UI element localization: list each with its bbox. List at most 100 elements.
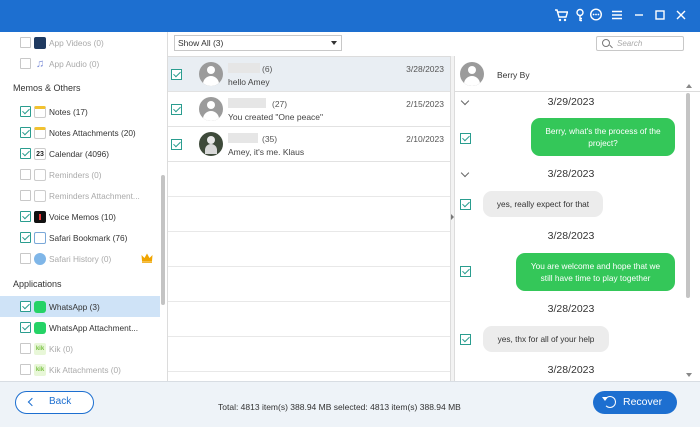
sidebar-item-label: App Videos (0) — [49, 37, 104, 48]
message-checkbox[interactable] — [460, 133, 471, 144]
checkbox[interactable] — [20, 127, 31, 138]
sidebar-item-label: Safari History (0) — [49, 253, 112, 264]
empty-row — [168, 232, 450, 267]
chat-pane: Berry By 3/29/2023 Berry, what's the pro… — [455, 56, 700, 381]
checkbox[interactable] — [171, 69, 182, 80]
sidebar-item-label: Kik Attachments (0) — [49, 364, 121, 375]
reminders-icon — [34, 168, 46, 181]
checkbox[interactable] — [20, 106, 31, 117]
conversation-row[interactable]: (35) 2/10/2023 Amey, it's me. Klaus — [168, 127, 450, 162]
maximize-icon[interactable] — [652, 8, 668, 24]
checkbox[interactable] — [20, 190, 31, 201]
date-separator: 3/28/2023 — [455, 364, 687, 378]
close-icon[interactable] — [673, 8, 689, 24]
scroll-up-icon[interactable] — [686, 84, 692, 88]
avatar — [199, 62, 223, 86]
checkbox[interactable] — [20, 253, 31, 264]
collapse-arrow-icon[interactable] — [451, 214, 454, 220]
conversation-row[interactable]: (6) 3/28/2023 hello Amey — [168, 57, 450, 92]
message-checkbox[interactable] — [460, 266, 471, 277]
checkbox[interactable] — [20, 343, 31, 354]
key-icon[interactable] — [572, 8, 588, 24]
title-bar — [0, 0, 700, 32]
date-separator: 3/29/2023 — [455, 96, 687, 110]
sidebar-item-kik-attachments[interactable]: kik Kik Attachments (0) — [0, 359, 160, 380]
sidebar-item-calendar[interactable]: 23 Calendar (4096) — [0, 143, 160, 164]
cart-icon[interactable] — [553, 8, 569, 24]
chevron-down-icon — [331, 41, 337, 45]
sidebar-item-voice-memos[interactable]: Voice Memos (10) — [0, 206, 160, 227]
sidebar-item-label: Notes (17) — [49, 106, 88, 117]
selection-status: Total: 4813 item(s) 388.94 MB selected: … — [218, 402, 461, 412]
sidebar-item-notes-attachments[interactable]: Notes Attachments (20) — [0, 122, 160, 143]
sidebar-item-label: Safari Bookmark (76) — [49, 232, 128, 243]
message-preview: hello Amey — [228, 77, 270, 87]
checkbox[interactable] — [171, 104, 182, 115]
checkbox[interactable] — [20, 301, 31, 312]
conversation-row[interactable]: (27) 2/15/2023 You created "One peace" — [168, 92, 450, 127]
recover-button[interactable]: Recover — [593, 391, 677, 414]
sidebar-item-whatsapp-attachment[interactable]: WhatsApp Attachment... — [0, 317, 160, 338]
notes-icon — [34, 105, 46, 118]
checkbox[interactable] — [20, 148, 31, 159]
sidebar-item-app-audio[interactable]: ♫ App Audio (0) — [0, 53, 160, 74]
contact-name-redacted — [228, 63, 260, 73]
checkbox[interactable] — [20, 364, 31, 375]
message-checkbox[interactable] — [460, 199, 471, 210]
whatsapp-attachment-icon — [34, 321, 46, 334]
message-checkbox[interactable] — [460, 334, 471, 345]
date-label: 3/28/2023 — [547, 230, 595, 242]
date-separator: 3/28/2023 — [455, 303, 687, 317]
checkbox[interactable] — [20, 232, 31, 243]
sidebar-item-safari-bookmark[interactable]: Safari Bookmark (76) — [0, 227, 160, 248]
recover-icon — [602, 396, 616, 408]
sidebar-item-whatsapp[interactable]: WhatsApp (3) — [0, 296, 160, 317]
back-button-label: Back — [49, 396, 72, 407]
sidebar-item-label: Reminders (0) — [49, 169, 102, 180]
avatar — [199, 97, 223, 121]
menu-icon[interactable] — [609, 8, 625, 24]
avatar — [199, 132, 223, 156]
calendar-icon: 23 — [34, 147, 46, 160]
checkbox[interactable] — [171, 139, 182, 150]
chat-support-icon[interactable] — [588, 8, 604, 24]
kik-icon: kik — [34, 342, 46, 355]
sidebar-scrollbar[interactable] — [161, 175, 165, 305]
list-toolbar: Show All (3) Search — [168, 32, 700, 56]
message-count: (27) — [272, 99, 288, 109]
empty-row — [168, 302, 450, 337]
scroll-down-icon[interactable] — [686, 373, 692, 377]
back-button[interactable]: Back — [15, 391, 94, 414]
chat-header: Berry By — [455, 56, 700, 92]
voice-memos-icon — [34, 210, 46, 223]
date-label: 3/28/2023 — [547, 364, 595, 376]
sidebar-item-reminders-attachment[interactable]: Reminders Attachment... — [0, 185, 160, 206]
chat-scrollbar[interactable] — [686, 93, 690, 298]
filter-dropdown[interactable]: Show All (3) — [174, 35, 342, 51]
minimize-icon[interactable] — [631, 8, 647, 24]
sidebar-item-label: Voice Memos (10) — [49, 211, 116, 222]
empty-row — [168, 267, 450, 302]
reminders-attachment-icon — [34, 189, 46, 202]
sidebar-item-reminders[interactable]: Reminders (0) — [0, 164, 160, 185]
checkbox[interactable] — [20, 169, 31, 180]
recover-button-label: Recover — [623, 396, 663, 408]
checkbox[interactable] — [20, 211, 31, 222]
conversation-date: 3/28/2023 — [406, 64, 444, 74]
search-input[interactable]: Search — [596, 36, 684, 51]
search-placeholder: Search — [617, 39, 643, 48]
checkbox[interactable] — [20, 322, 31, 333]
checkbox[interactable] — [20, 37, 31, 48]
kik-attachments-icon: kik — [34, 363, 46, 376]
conversation-date: 2/10/2023 — [406, 134, 444, 144]
date-label: 3/28/2023 — [547, 168, 595, 180]
checkbox[interactable] — [20, 58, 31, 69]
message-bubble-incoming: yes, thx for all of your help — [483, 326, 609, 352]
contact-name-redacted — [228, 98, 266, 108]
sidebar-item-notes[interactable]: Notes (17) — [0, 101, 160, 122]
sidebar-item-safari-history[interactable]: Safari History (0) — [0, 248, 160, 269]
empty-row — [168, 162, 450, 197]
sidebar-item-app-videos[interactable]: App Videos (0) — [0, 32, 160, 53]
sidebar-item-label: Reminders Attachment... — [49, 190, 140, 201]
sidebar-item-kik[interactable]: kik Kik (0) — [0, 338, 160, 359]
